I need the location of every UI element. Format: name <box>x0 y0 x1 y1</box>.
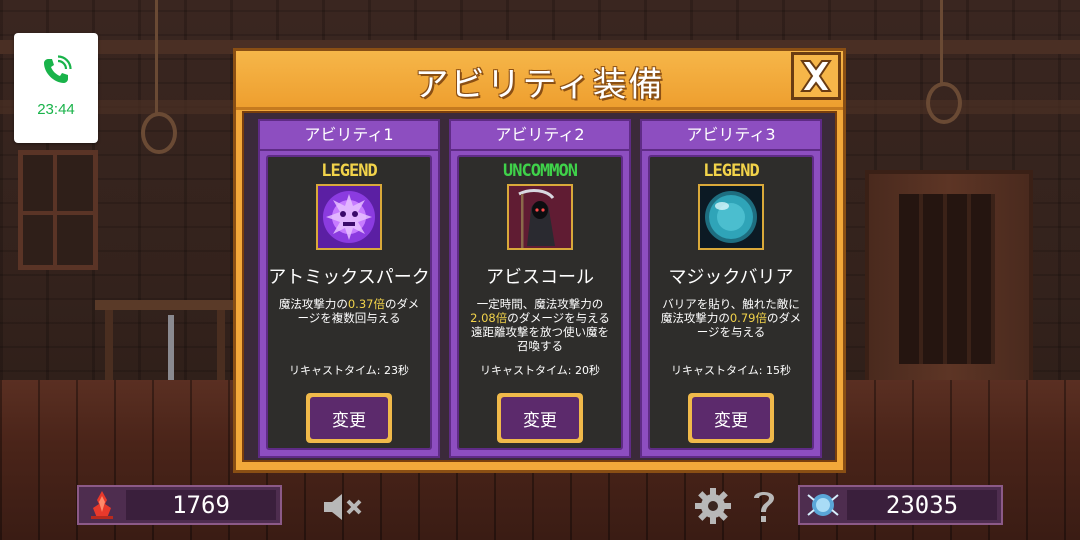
gem-orb-value: 23035 <box>847 490 997 520</box>
blue-gem-orb-icon <box>807 494 839 516</box>
recast-time: リキャストタイム: 15秒 <box>671 364 791 377</box>
phone-call-widget[interactable]: 23:44 <box>14 33 98 143</box>
noose <box>926 82 962 124</box>
ability-description: 魔法攻撃力の0.37倍のダメージを複数回与える <box>278 297 420 325</box>
question-mark-icon <box>754 492 774 522</box>
change-button[interactable]: 変更 <box>306 393 392 443</box>
change-button[interactable]: 変更 <box>497 393 583 443</box>
atomic-spark-icon <box>316 184 382 250</box>
settings-button[interactable] <box>693 486 733 526</box>
hanging-rope <box>155 0 158 115</box>
magic-barrier-orb-icon <box>698 184 764 250</box>
ability-equip-dialog: アビリティ装備 アビリティ1 LEGEND アトミックスパーク 魔法攻撃力の0.… <box>233 48 846 473</box>
ability-description: バリアを貼り、触れた敵に魔法攻撃力の0.79倍のダメージを与える <box>660 297 802 339</box>
background-sword <box>168 315 174 385</box>
speaker-muted-icon <box>324 494 362 520</box>
multiplier-value: 0.79倍 <box>729 311 767 325</box>
rarity-label: LEGEND <box>703 161 759 181</box>
dialog-title: アビリティ装備 <box>414 65 665 105</box>
ability-details: LEGEND アトミックスパーク 魔法攻撃力の0.37倍のダメージを複数回与える… <box>266 155 432 450</box>
slot-label: アビリティ1 <box>260 121 438 151</box>
call-timer: 23:44 <box>37 101 75 118</box>
background-window <box>18 150 98 270</box>
flame-crystal-value: 1769 <box>126 490 276 520</box>
close-x-icon <box>800 60 832 92</box>
ability-name: アビスコール <box>486 267 594 288</box>
ability-name: マジックバリア <box>668 267 794 288</box>
ability-name: アトミックスパーク <box>268 267 430 288</box>
mute-button[interactable] <box>320 490 364 524</box>
phone-call-icon <box>44 55 72 83</box>
ability-slots-panel: アビリティ1 LEGEND アトミックスパーク 魔法攻撃力の0.37倍のダメージ… <box>242 111 837 462</box>
ability-details: UNCOMMON アビスコール 一定時間、魔法攻撃力の2.08倍のダメージを与え… <box>457 155 623 450</box>
gear-icon <box>695 488 731 524</box>
flame-crystal-counter: 1769 <box>77 485 282 525</box>
reaper-icon <box>507 184 573 250</box>
close-button[interactable] <box>791 52 841 100</box>
background-cabinet <box>865 170 1033 398</box>
noose <box>141 112 177 154</box>
help-button[interactable] <box>748 486 780 526</box>
rarity-label: UNCOMMON <box>503 161 578 181</box>
red-flame-crystal-icon <box>91 491 113 519</box>
ability-slot-1: アビリティ1 LEGEND アトミックスパーク 魔法攻撃力の0.37倍のダメージ… <box>258 119 440 458</box>
change-button[interactable]: 変更 <box>688 393 774 443</box>
ability-slot-3: アビリティ3 LEGEND マジックバリア バリアを貼り、触れた敵に魔法攻撃力の… <box>640 119 822 458</box>
ability-details: LEGEND マジックバリア バリアを貼り、触れた敵に魔法攻撃力の0.79倍のダ… <box>648 155 814 450</box>
recast-time: リキャストタイム: 23秒 <box>289 364 409 377</box>
hanging-rope <box>940 0 943 85</box>
multiplier-value: 0.37倍 <box>347 297 385 311</box>
dialog-header: アビリティ装備 <box>236 51 843 110</box>
ability-description: 一定時間、魔法攻撃力の2.08倍のダメージを与える遠距離攻撃を放つ使い魔を召喚す… <box>470 297 610 353</box>
ability-slot-2: アビリティ2 UNCOMMON アビスコール 一定時間、魔法攻撃力の2.08倍の… <box>449 119 631 458</box>
gem-orb-counter: 23035 <box>798 485 1003 525</box>
recast-time: リキャストタイム: 20秒 <box>480 364 600 377</box>
multiplier-value: 2.08倍 <box>470 311 508 325</box>
slot-label: アビリティ2 <box>451 121 629 151</box>
rarity-label: LEGEND <box>321 161 377 181</box>
slot-label: アビリティ3 <box>642 121 820 151</box>
